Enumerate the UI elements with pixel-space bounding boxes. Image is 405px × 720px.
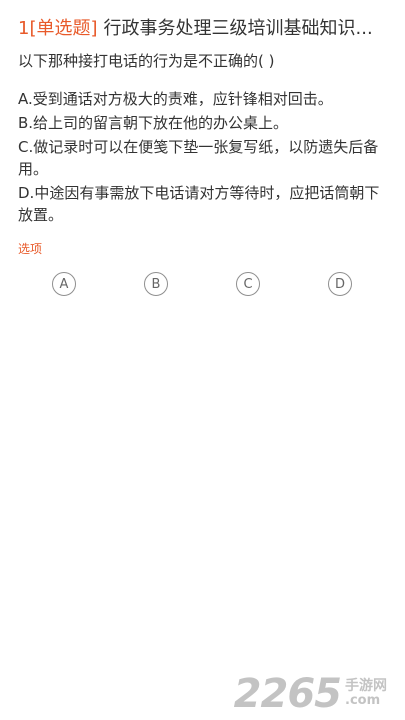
- watermark-text: 手游网 .com: [345, 678, 387, 708]
- question-type-tag: 1[单选题]: [18, 18, 98, 39]
- choice-d-button[interactable]: D: [328, 272, 352, 296]
- watermark-site-name: 手游网: [345, 678, 387, 694]
- choice-a-button[interactable]: A: [52, 272, 76, 296]
- option-a-text: A.受到通话对方极大的责难，应针锋相对回击。: [18, 90, 333, 108]
- question-text: 以下那种接打电话的行为是不正确的( ): [18, 52, 275, 70]
- question-header: 1[单选题] 行政事务处理三级培训基础知识...: [18, 16, 395, 42]
- option-list: A.受到通话对方极大的责难，应针锋相对回击。 B.给上司的留言朝下放在他的办公桌…: [18, 88, 391, 228]
- site-watermark: 2265 手游网 .com: [234, 674, 387, 714]
- option-b-text: B.给上司的留言朝下放在他的办公桌上。: [18, 114, 289, 132]
- choice-c-button[interactable]: C: [236, 272, 260, 296]
- choices-label: 选项: [18, 242, 43, 256]
- question-bank-title: 行政事务处理三级培训基础知识...: [103, 18, 373, 39]
- option-c-text: C.做记录时可以在便笺下垫一张复写纸，以防遗失后备用。: [18, 138, 379, 178]
- watermark-number: 2265: [233, 671, 342, 717]
- question-page: 1[单选题] 行政事务处理三级培训基础知识... 以下那种接打电话的行为是不正确的…: [0, 0, 405, 720]
- option-d-text: D.中途因有事需放下电话请对方等待时，应把话筒朝下放置。: [18, 184, 380, 224]
- answer-choices: A B C D: [0, 272, 405, 300]
- choice-b-button[interactable]: B: [144, 272, 168, 296]
- watermark-domain: .com: [345, 693, 381, 708]
